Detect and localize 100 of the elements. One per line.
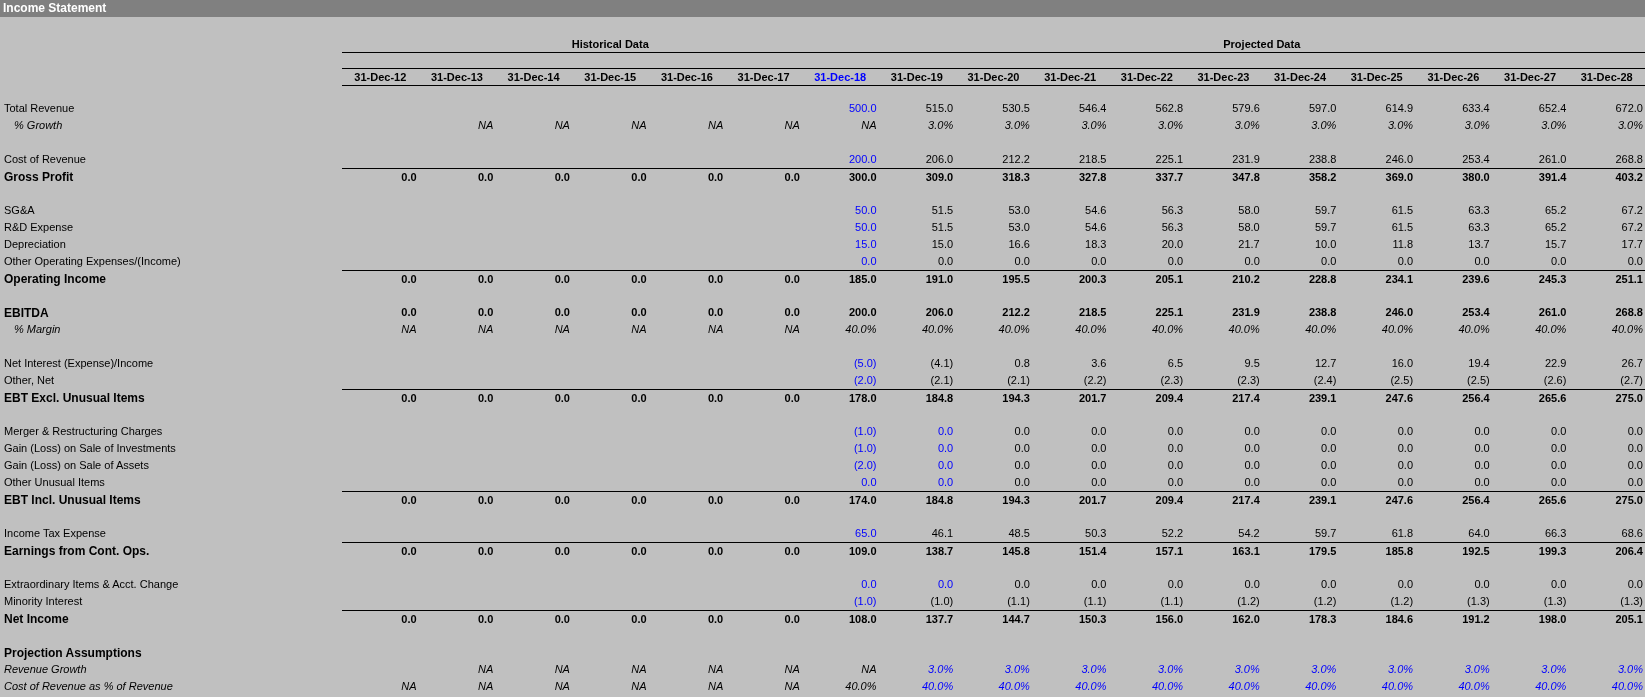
table-cell: 0.0 bbox=[1014, 426, 1030, 437]
row-label: Depreciation bbox=[3, 239, 67, 250]
table-cell: 0.0 bbox=[937, 579, 954, 590]
table-cell: 0.0 bbox=[1551, 256, 1567, 267]
table-cell: 0.0 bbox=[1321, 443, 1337, 454]
column-header: 31-Dec-17 bbox=[737, 71, 790, 83]
table-cell: 13.7 bbox=[1468, 239, 1490, 250]
table-cell: 16.0 bbox=[1391, 358, 1414, 369]
table-cell: 0.0 bbox=[631, 613, 647, 625]
table-cell: 0.0 bbox=[937, 477, 954, 488]
row-label: Gross Profit bbox=[3, 170, 75, 183]
table-cell: (2.3) bbox=[1160, 375, 1184, 386]
table-cell: 68.6 bbox=[1621, 528, 1643, 539]
table-cell: 337.7 bbox=[1155, 171, 1184, 183]
row-label: EBITDA bbox=[3, 306, 50, 319]
table-cell: 327.8 bbox=[1078, 171, 1107, 183]
table-cell: 201.7 bbox=[1078, 494, 1107, 506]
column-group-header: Projected Data bbox=[1223, 39, 1301, 50]
column-header: 31-Dec-20 bbox=[967, 71, 1020, 83]
table-cell: 66.3 bbox=[1544, 528, 1567, 539]
table-cell: 58.0 bbox=[1238, 222, 1260, 233]
table-cell: 0.0 bbox=[554, 613, 570, 625]
table-cell: 184.6 bbox=[1385, 613, 1414, 625]
table-cell: 3.0% bbox=[1004, 120, 1030, 131]
table-cell: 0.0 bbox=[1091, 579, 1107, 590]
table-cell: 48.5 bbox=[1008, 528, 1030, 539]
table-cell: 0.0 bbox=[1474, 477, 1490, 488]
table-cell: 194.3 bbox=[1002, 494, 1030, 506]
table-cell: 0.0 bbox=[1321, 426, 1337, 437]
table-cell: 0.0 bbox=[631, 545, 647, 557]
table-cell: 40.0% bbox=[1381, 681, 1414, 692]
table-cell: 245.3 bbox=[1538, 273, 1567, 285]
table-cell: NA bbox=[554, 120, 570, 131]
table-cell: 200.0 bbox=[849, 307, 877, 318]
table-cell: 253.4 bbox=[1462, 154, 1490, 165]
table-cell: 191.0 bbox=[925, 273, 954, 285]
table-cell: 0.0 bbox=[1014, 579, 1030, 590]
table-cell: (1.0) bbox=[853, 596, 877, 607]
table-cell: 218.5 bbox=[1078, 154, 1107, 165]
table-cell: 65.0 bbox=[855, 528, 877, 539]
table-cell: 0.0 bbox=[1474, 443, 1490, 454]
table-cell: 40.0% bbox=[1228, 681, 1260, 692]
table-cell: NA bbox=[478, 324, 494, 335]
table-cell: 210.2 bbox=[1232, 273, 1260, 285]
table-cell: 268.8 bbox=[1615, 307, 1643, 318]
table-cell: 253.4 bbox=[1462, 307, 1490, 318]
table-cell: NA bbox=[784, 664, 800, 675]
table-cell: 63.3 bbox=[1468, 222, 1490, 233]
table-cell: 0.0 bbox=[707, 273, 724, 285]
table-cell: 0.0 bbox=[1627, 579, 1643, 590]
row-label: Net Income bbox=[3, 612, 70, 625]
row-label: Projection Assumptions bbox=[3, 646, 143, 659]
table-cell: 0.0 bbox=[784, 392, 800, 404]
row-label: EBT Incl. Unusual Items bbox=[3, 493, 142, 506]
table-cell: 0.0 bbox=[707, 494, 724, 506]
table-cell: 185.8 bbox=[1385, 545, 1414, 557]
table-cell: 239.1 bbox=[1308, 392, 1337, 404]
column-header: 31-Dec-14 bbox=[507, 71, 560, 83]
table-cell: 212.2 bbox=[1002, 307, 1030, 318]
table-cell: 3.0% bbox=[1158, 120, 1184, 131]
table-cell: (1.1) bbox=[1160, 596, 1184, 607]
column-header: 31-Dec-13 bbox=[430, 71, 483, 83]
table-cell: 0.0 bbox=[1321, 460, 1337, 471]
table-cell: (2.1) bbox=[1007, 375, 1030, 386]
table-cell: 20.0 bbox=[1161, 239, 1184, 250]
table-cell: 16.6 bbox=[1008, 239, 1030, 250]
table-cell: 40.0% bbox=[1305, 324, 1337, 335]
table-cell: 0.0 bbox=[1321, 579, 1337, 590]
table-cell: 0.0 bbox=[478, 307, 494, 318]
table-cell: 0.0 bbox=[1014, 477, 1030, 488]
row-label: Extraordinary Items & Acct. Change bbox=[3, 579, 180, 590]
table-cell: 179.5 bbox=[1308, 545, 1337, 557]
table-cell: 0.0 bbox=[784, 273, 800, 285]
table-cell: 21.7 bbox=[1238, 239, 1260, 250]
table-cell: 156.0 bbox=[1155, 613, 1184, 625]
table-cell: 0.0 bbox=[937, 443, 954, 454]
table-cell: 0.0 bbox=[478, 392, 494, 404]
table-cell: 3.0% bbox=[1081, 664, 1107, 675]
table-cell: NA bbox=[707, 324, 724, 335]
table-cell: (1.1) bbox=[1083, 596, 1107, 607]
table-cell: 0.0 bbox=[784, 494, 800, 506]
table-cell: 0.0 bbox=[1397, 426, 1414, 437]
table-cell: 0.0 bbox=[1167, 256, 1184, 267]
table-cell: 3.0% bbox=[1158, 664, 1184, 675]
row-label: Other Unusual Items bbox=[3, 477, 106, 488]
table-cell: 247.6 bbox=[1385, 392, 1414, 404]
table-cell: (2.2) bbox=[1083, 375, 1107, 386]
table-cell: 0.0 bbox=[1627, 477, 1643, 488]
table-cell: 162.0 bbox=[1232, 613, 1260, 625]
table-cell: NA bbox=[631, 664, 647, 675]
table-cell: 19.4 bbox=[1468, 358, 1490, 369]
table-cell: 40.0% bbox=[1458, 681, 1490, 692]
table-cell: 0.0 bbox=[1014, 460, 1030, 471]
table-cell: 0.0 bbox=[1014, 443, 1030, 454]
row-label: Minority Interest bbox=[3, 596, 84, 607]
table-cell: 347.8 bbox=[1232, 171, 1260, 183]
table-cell: 50.0 bbox=[855, 205, 877, 216]
table-cell: 40.0% bbox=[1535, 681, 1567, 692]
column-header: 31-Dec-12 bbox=[354, 71, 407, 83]
table-cell: 0.0 bbox=[401, 494, 417, 506]
